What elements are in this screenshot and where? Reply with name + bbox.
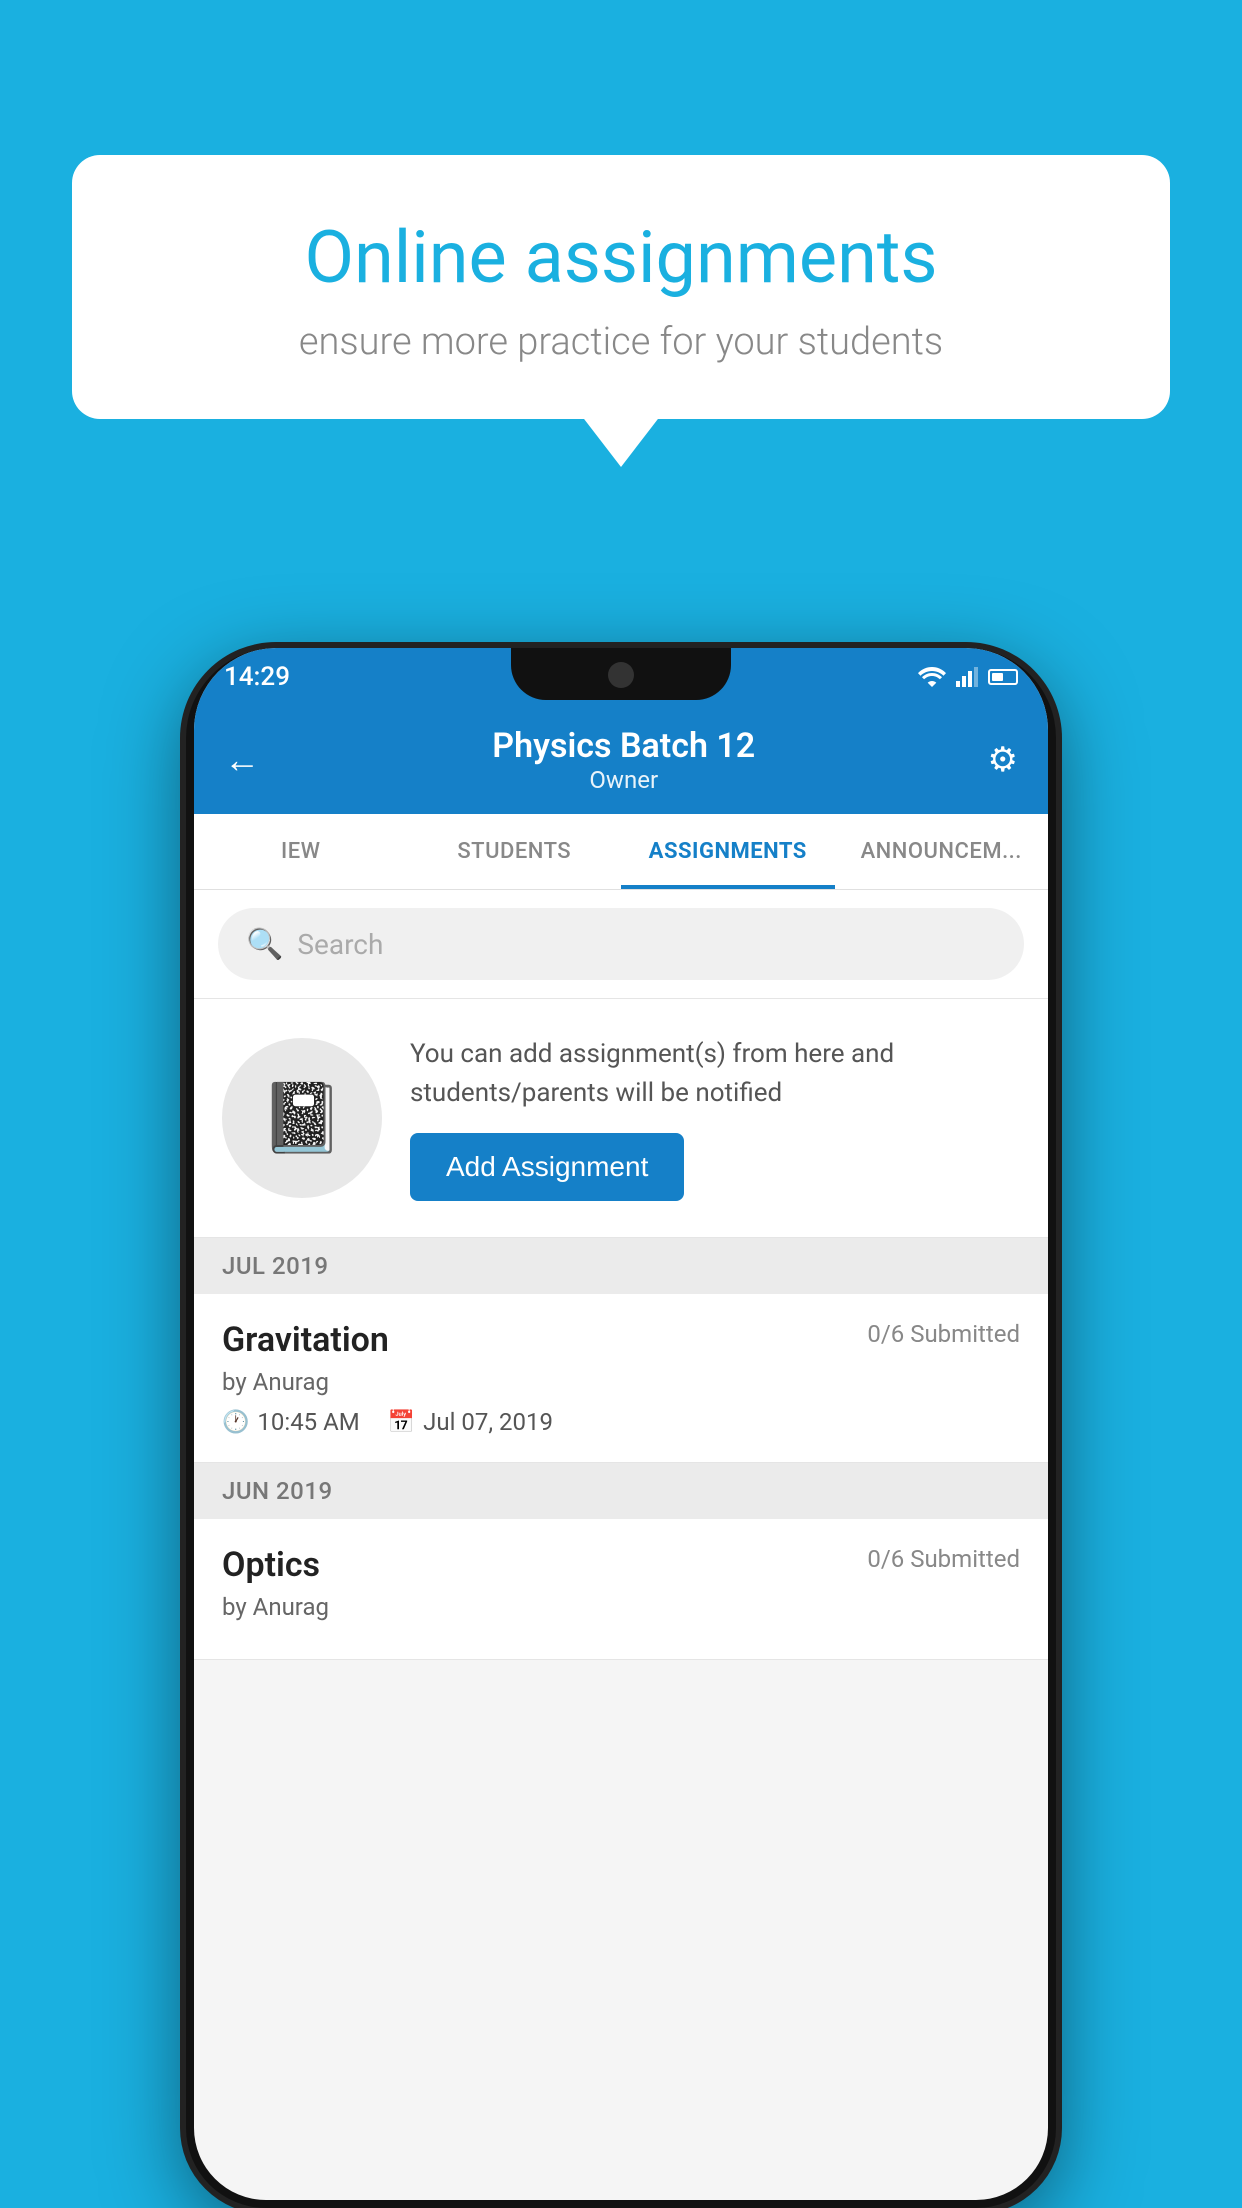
clock-icon: 🕐 <box>222 1410 249 1435</box>
section-jul-2019: JUL 2019 <box>194 1238 1048 1294</box>
notebook-icon: 📓 <box>260 1078 345 1158</box>
battery-icon <box>988 669 1018 685</box>
header-center: Physics Batch 12 Owner <box>492 726 755 794</box>
wifi-icon <box>918 667 946 687</box>
assignment-optics[interactable]: Optics 0/6 Submitted by Anurag <box>194 1519 1048 1660</box>
signal-icon <box>956 667 978 687</box>
header-title: Physics Batch 12 <box>492 726 755 766</box>
tab-students[interactable]: STUDENTS <box>408 814 622 889</box>
app-header: ← Physics Batch 12 Owner ⚙ <box>194 706 1048 814</box>
assignment-author-optics: by Anurag <box>222 1593 1020 1621</box>
promo-icon-circle: 📓 <box>222 1038 382 1198</box>
tab-bar: IEW STUDENTS ASSIGNMENTS ANNOUNCEM... <box>194 814 1048 890</box>
add-assignment-button[interactable]: Add Assignment <box>410 1133 684 1201</box>
status-time: 14:29 <box>224 662 290 692</box>
header-subtitle: Owner <box>492 766 755 794</box>
meta-time-gravitation: 🕐 10:45 AM <box>222 1408 360 1436</box>
front-camera <box>608 662 634 688</box>
phone-screen: 14:29 ← <box>194 648 1048 2200</box>
status-icons <box>918 667 1018 687</box>
meta-date-gravitation: 📅 Jul 07, 2019 <box>388 1408 553 1436</box>
promo-content: You can add assignment(s) from here and … <box>410 1035 1020 1201</box>
assignment-gravitation[interactable]: Gravitation 0/6 Submitted by Anurag 🕐 10… <box>194 1294 1048 1463</box>
bubble-subtitle: ensure more practice for your students <box>142 320 1100 364</box>
phone-notch <box>511 648 731 700</box>
assignment-submitted-gravitation: 0/6 Submitted <box>867 1320 1020 1348</box>
assignment-top-optics: Optics 0/6 Submitted <box>222 1545 1020 1585</box>
assignment-date-gravitation: Jul 07, 2019 <box>423 1408 553 1436</box>
assignment-title-gravitation: Gravitation <box>222 1320 389 1360</box>
promo-description: You can add assignment(s) from here and … <box>410 1035 1020 1113</box>
search-bar[interactable]: 🔍 Search <box>218 908 1024 980</box>
search-placeholder: Search <box>297 928 383 961</box>
settings-button[interactable]: ⚙ <box>988 740 1018 780</box>
section-jun-2019: JUN 2019 <box>194 1463 1048 1519</box>
search-icon: 🔍 <box>246 927 283 962</box>
assignment-top: Gravitation 0/6 Submitted <box>222 1320 1020 1360</box>
speech-bubble: Online assignments ensure more practice … <box>72 155 1170 419</box>
assignment-time-gravitation: 10:45 AM <box>257 1408 359 1436</box>
tab-assignments[interactable]: ASSIGNMENTS <box>621 814 835 889</box>
bubble-title: Online assignments <box>142 215 1100 300</box>
assignment-title-optics: Optics <box>222 1545 320 1585</box>
assignment-meta-gravitation: 🕐 10:45 AM 📅 Jul 07, 2019 <box>222 1408 1020 1436</box>
assignment-submitted-optics: 0/6 Submitted <box>867 1545 1020 1573</box>
calendar-icon: 📅 <box>388 1410 415 1435</box>
tab-announcements[interactable]: ANNOUNCEM... <box>835 814 1049 889</box>
speech-bubble-container: Online assignments ensure more practice … <box>72 155 1170 419</box>
search-bar-container: 🔍 Search <box>194 890 1048 999</box>
phone-frame: 14:29 ← <box>186 648 1056 2208</box>
back-button[interactable]: ← <box>224 739 260 781</box>
assignment-author-gravitation: by Anurag <box>222 1368 1020 1396</box>
tab-iew[interactable]: IEW <box>194 814 408 889</box>
add-assignment-promo: 📓 You can add assignment(s) from here an… <box>194 999 1048 1238</box>
